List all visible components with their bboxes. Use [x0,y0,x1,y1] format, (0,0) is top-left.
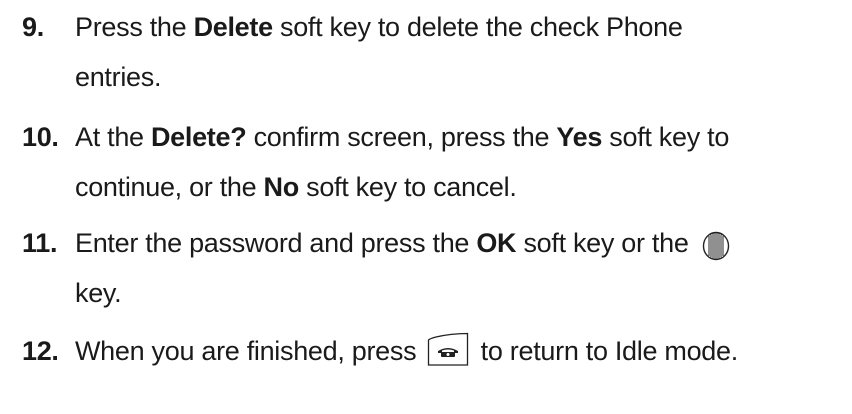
text-run: At the [75,122,151,152]
text-run: soft key to delete the check Phone [272,12,683,42]
step-line: At the Delete? confirm screen, press the… [75,112,850,162]
bold-term: Delete? [150,122,247,152]
text-run: Press the [75,12,194,42]
text-run: continue, or the [75,172,264,202]
step-text: Enter the password and press the OK soft… [75,218,850,318]
step-line: key. [75,268,850,318]
step-line: When you are finished, press to return t… [75,326,850,376]
step-line: Press the Delete soft key to delete the … [75,2,850,52]
text-run: soft key or the [516,228,696,258]
bold-term: OK [476,228,517,258]
step-text: At the Delete? confirm screen, press the… [75,112,850,212]
step-number: 12. [22,336,59,366]
text-run: to return to Idle mode. [473,336,739,366]
step-line: continue, or the No soft key to cancel. [75,162,850,212]
step-number: 11. [22,228,58,258]
text-run: When you are finished, press [75,336,424,366]
step-number: 9. [22,12,44,42]
text-run: soft key to [602,122,730,152]
text-run: key. [75,278,122,308]
text-run: soft key to cancel. [298,172,517,202]
step-number: 10. [22,122,59,152]
manual-page: 9. Press the Delete soft key to delete t… [0,0,852,414]
bold-term: Delete [193,12,274,42]
bold-term: Yes [556,122,603,152]
navigation-center-key-icon [702,227,730,261]
text-run: entries. [75,62,162,92]
text-run: confirm screen, press the [246,122,557,152]
text-run: Enter the password and press the [75,228,477,258]
step-line: entries. [75,52,850,102]
step-text: When you are finished, press to return t… [75,326,850,376]
end-key-icon [427,332,469,366]
bold-term: No [263,172,300,202]
step-text: Press the Delete soft key to delete the … [75,2,850,102]
step-line: Enter the password and press the OK soft… [75,218,850,268]
